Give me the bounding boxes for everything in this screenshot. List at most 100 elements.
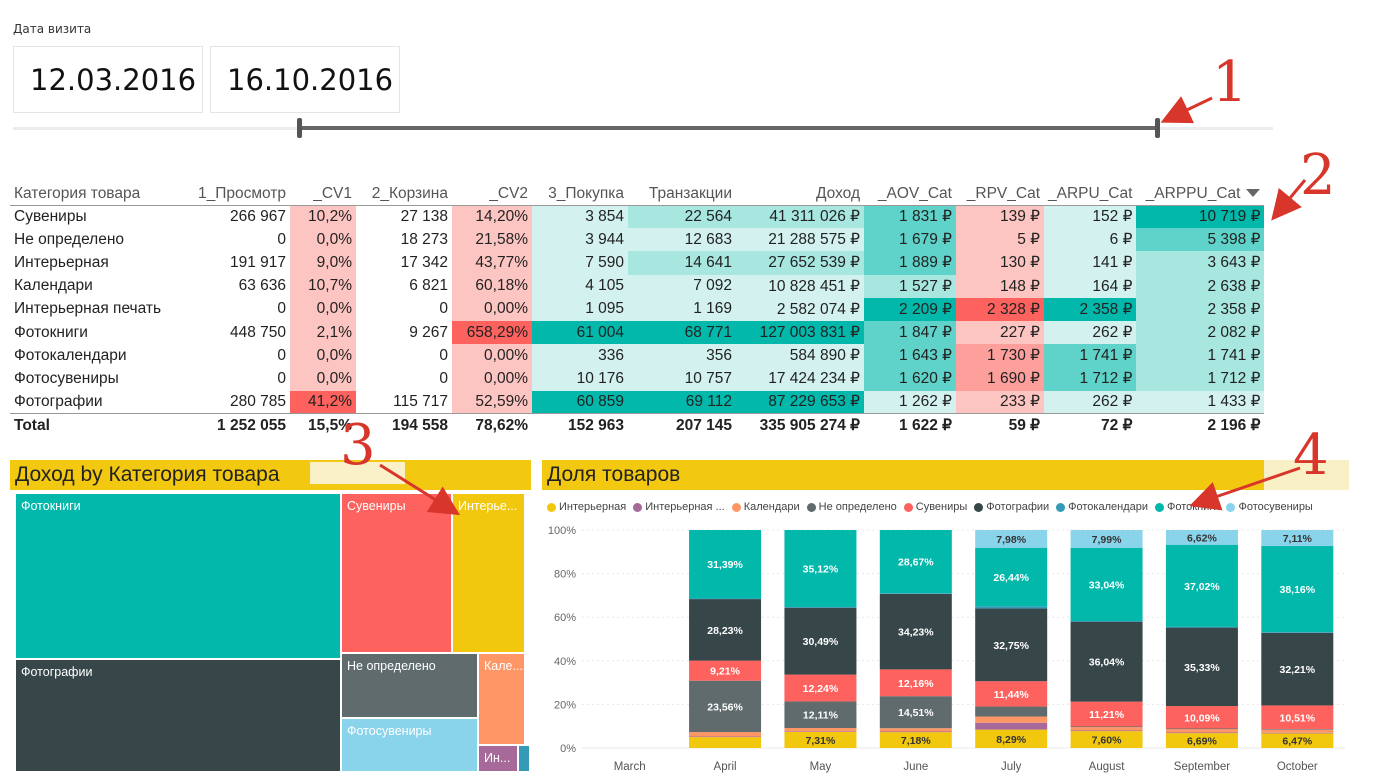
table-cell: 127 003 831 ₽ xyxy=(736,320,864,345)
treemap-tile[interactable]: Фотокниги xyxy=(15,493,341,659)
legend-item[interactable]: Сувениры xyxy=(903,501,967,513)
matrix-header-label: Транзакции xyxy=(648,184,732,202)
table-cell: 1 741 ₽ xyxy=(1044,344,1137,368)
bar-segment xyxy=(1261,729,1334,730)
legend-item[interactable]: Фотографии xyxy=(974,501,1049,513)
legend-item[interactable]: Календари xyxy=(731,501,800,513)
data-label: 30,49% xyxy=(803,636,839,648)
treemap-tile[interactable]: Интерье... xyxy=(452,493,525,653)
bar-segment xyxy=(689,598,762,600)
legend-item[interactable]: Фотосувениры xyxy=(1226,501,1313,513)
table-row[interactable]: Не определено 0 0,0% 18 273 21,58% 3 944 12 68… xyxy=(10,228,1265,252)
date-slider-end-handle[interactable] xyxy=(1155,118,1160,138)
data-label: 31,39% xyxy=(707,559,743,571)
bar-segment xyxy=(879,728,952,732)
table-cell: 10,2% xyxy=(290,205,356,229)
date-slider-start-handle[interactable] xyxy=(297,118,302,138)
table-row[interactable]: Фотосувениры 0 0,0% 0 0,00% 10 176 10 757 17 42… xyxy=(10,367,1265,391)
table-cell: 41,2% xyxy=(290,390,356,414)
row-category: Фотографии xyxy=(14,392,103,410)
table-cell: 10 176 xyxy=(532,367,628,391)
table-cell: 584 890 ₽ xyxy=(736,344,864,368)
table-cell: 2 358 ₽ xyxy=(1044,297,1137,321)
table-cell: 191 917 xyxy=(229,253,286,271)
table-cell: 14,20% xyxy=(452,205,532,229)
bar-segment xyxy=(975,706,1048,717)
legend-item[interactable]: Не определено xyxy=(806,501,897,513)
matrix-header-2[interactable]: _CV1 xyxy=(290,182,356,206)
legend-item[interactable]: Фотокниги xyxy=(1155,501,1219,513)
table-cell: 1 620 ₽ xyxy=(864,367,956,391)
table-row[interactable]: Интерьерная 191 917 9,0% 17 342 43,77% 7 590 1… xyxy=(10,251,1265,275)
treemap-tile[interactable]: Фотосувениры xyxy=(341,718,478,772)
data-label: 35,12% xyxy=(803,564,839,576)
table-cell: 0 xyxy=(277,300,286,318)
treemap-tile[interactable]: Сувениры xyxy=(341,493,452,653)
table-cell: 0,00% xyxy=(452,297,532,321)
table-cell: 3 854 xyxy=(532,205,628,229)
bar-segment xyxy=(1261,632,1334,633)
matrix-header-3[interactable]: 2_Корзина xyxy=(356,182,452,206)
legend-item[interactable]: Интерьерная xyxy=(547,501,626,513)
table-row[interactable]: Фотографии 280 785 41,2% 115 717 52,59% 60 85… xyxy=(10,390,1265,414)
table-cell: 52,59% xyxy=(452,390,532,414)
legend-dot-icon xyxy=(1155,502,1165,512)
legend-item[interactable]: Интерьерная ... xyxy=(633,501,725,513)
table-cell: 1 690 ₽ xyxy=(956,367,1044,391)
bar-segment xyxy=(1165,728,1238,730)
matrix-header-11[interactable]: _ARPPU_Cat xyxy=(1136,182,1265,206)
row-category: Фотосувениры xyxy=(14,369,119,387)
matrix-header-label: Доход xyxy=(815,184,860,202)
data-label: 28,23% xyxy=(707,625,743,637)
annotation-number-1: 1 xyxy=(1212,50,1248,115)
table-cell: 115 717 xyxy=(393,392,448,410)
bar-segment xyxy=(975,722,1048,730)
treemap-tile[interactable]: Не определено xyxy=(341,653,478,718)
matrix-header-8[interactable]: _AOV_Cat xyxy=(864,182,956,206)
matrix-header-6[interactable]: Транзакции xyxy=(628,182,736,206)
matrix-header-4[interactable]: _CV2 xyxy=(452,182,532,206)
x-tick-label: August xyxy=(1089,761,1126,773)
matrix-header-0[interactable]: Категория товара xyxy=(10,182,180,206)
total-cell: 59 ₽ xyxy=(956,413,1044,438)
x-tick-label: March xyxy=(614,761,646,773)
data-label: 32,21% xyxy=(1280,664,1316,676)
table-cell: 14 641 xyxy=(628,251,736,275)
data-label: 8,29% xyxy=(996,734,1026,746)
table-row[interactable]: Фотокалендари 0 0,0% 0 0,00% 336 356 584 890 ₽1… xyxy=(10,344,1265,368)
legend-dot-icon xyxy=(903,502,913,512)
table-row[interactable]: Интерьерная печать 0 0,0% 0 0,00% 1 095 1 169 2… xyxy=(10,297,1265,321)
table-cell: 27 652 539 ₽ xyxy=(736,251,864,275)
legend-dot-icon xyxy=(974,502,984,512)
annotation-number-2: 2 xyxy=(1300,143,1336,208)
x-tick-label: September xyxy=(1174,761,1230,773)
data-label: 12,24% xyxy=(803,683,839,695)
table-cell: 3 944 xyxy=(532,228,628,252)
matrix-header-10[interactable]: _ARPU_Cat xyxy=(1044,182,1137,206)
data-label: 23,56% xyxy=(707,701,743,713)
legend-label: Фотографии xyxy=(986,501,1050,513)
treemap-tile[interactable]: Кале... xyxy=(478,653,525,745)
table-cell: 10 719 ₽ xyxy=(1136,205,1265,229)
date-slider-range[interactable] xyxy=(299,126,1159,130)
matrix-header-9[interactable]: _RPV_Cat xyxy=(956,182,1044,206)
table-row[interactable]: Фотокниги 448 750 2,1% 9 267 658,29% 61 004 68… xyxy=(10,320,1265,345)
end-date-input[interactable]: 16.10.2016 xyxy=(210,46,400,113)
matrix-header-1[interactable]: 1_Просмотр xyxy=(180,182,290,206)
treemap-tile[interactable] xyxy=(518,745,530,772)
start-date-input[interactable]: 12.03.2016 xyxy=(13,46,203,113)
data-label: 7,99% xyxy=(1092,534,1122,546)
matrix-header-7[interactable]: Доход xyxy=(736,182,864,206)
table-cell: 7 590 xyxy=(532,251,628,275)
treemap-tile[interactable]: Фотографии xyxy=(15,659,341,772)
matrix-header-5[interactable]: 3_Покупка xyxy=(532,182,628,206)
legend-item[interactable]: Фотокалендари xyxy=(1056,501,1148,513)
legend-dot-icon xyxy=(1226,502,1236,512)
table-row[interactable]: Сувениры 266 967 10,2% 27 138 14,20% 3 854 22 … xyxy=(10,205,1265,229)
total-label: Total xyxy=(10,413,180,438)
table-row[interactable]: Календари 63 636 10,7% 6 821 60,18% 4 105 7 09… xyxy=(10,274,1265,298)
sort-descending-icon[interactable] xyxy=(1246,189,1261,198)
bar-segment xyxy=(1165,732,1238,734)
table-cell: 17 424 234 ₽ xyxy=(736,367,864,391)
treemap-tile[interactable]: Ин... xyxy=(478,745,518,772)
